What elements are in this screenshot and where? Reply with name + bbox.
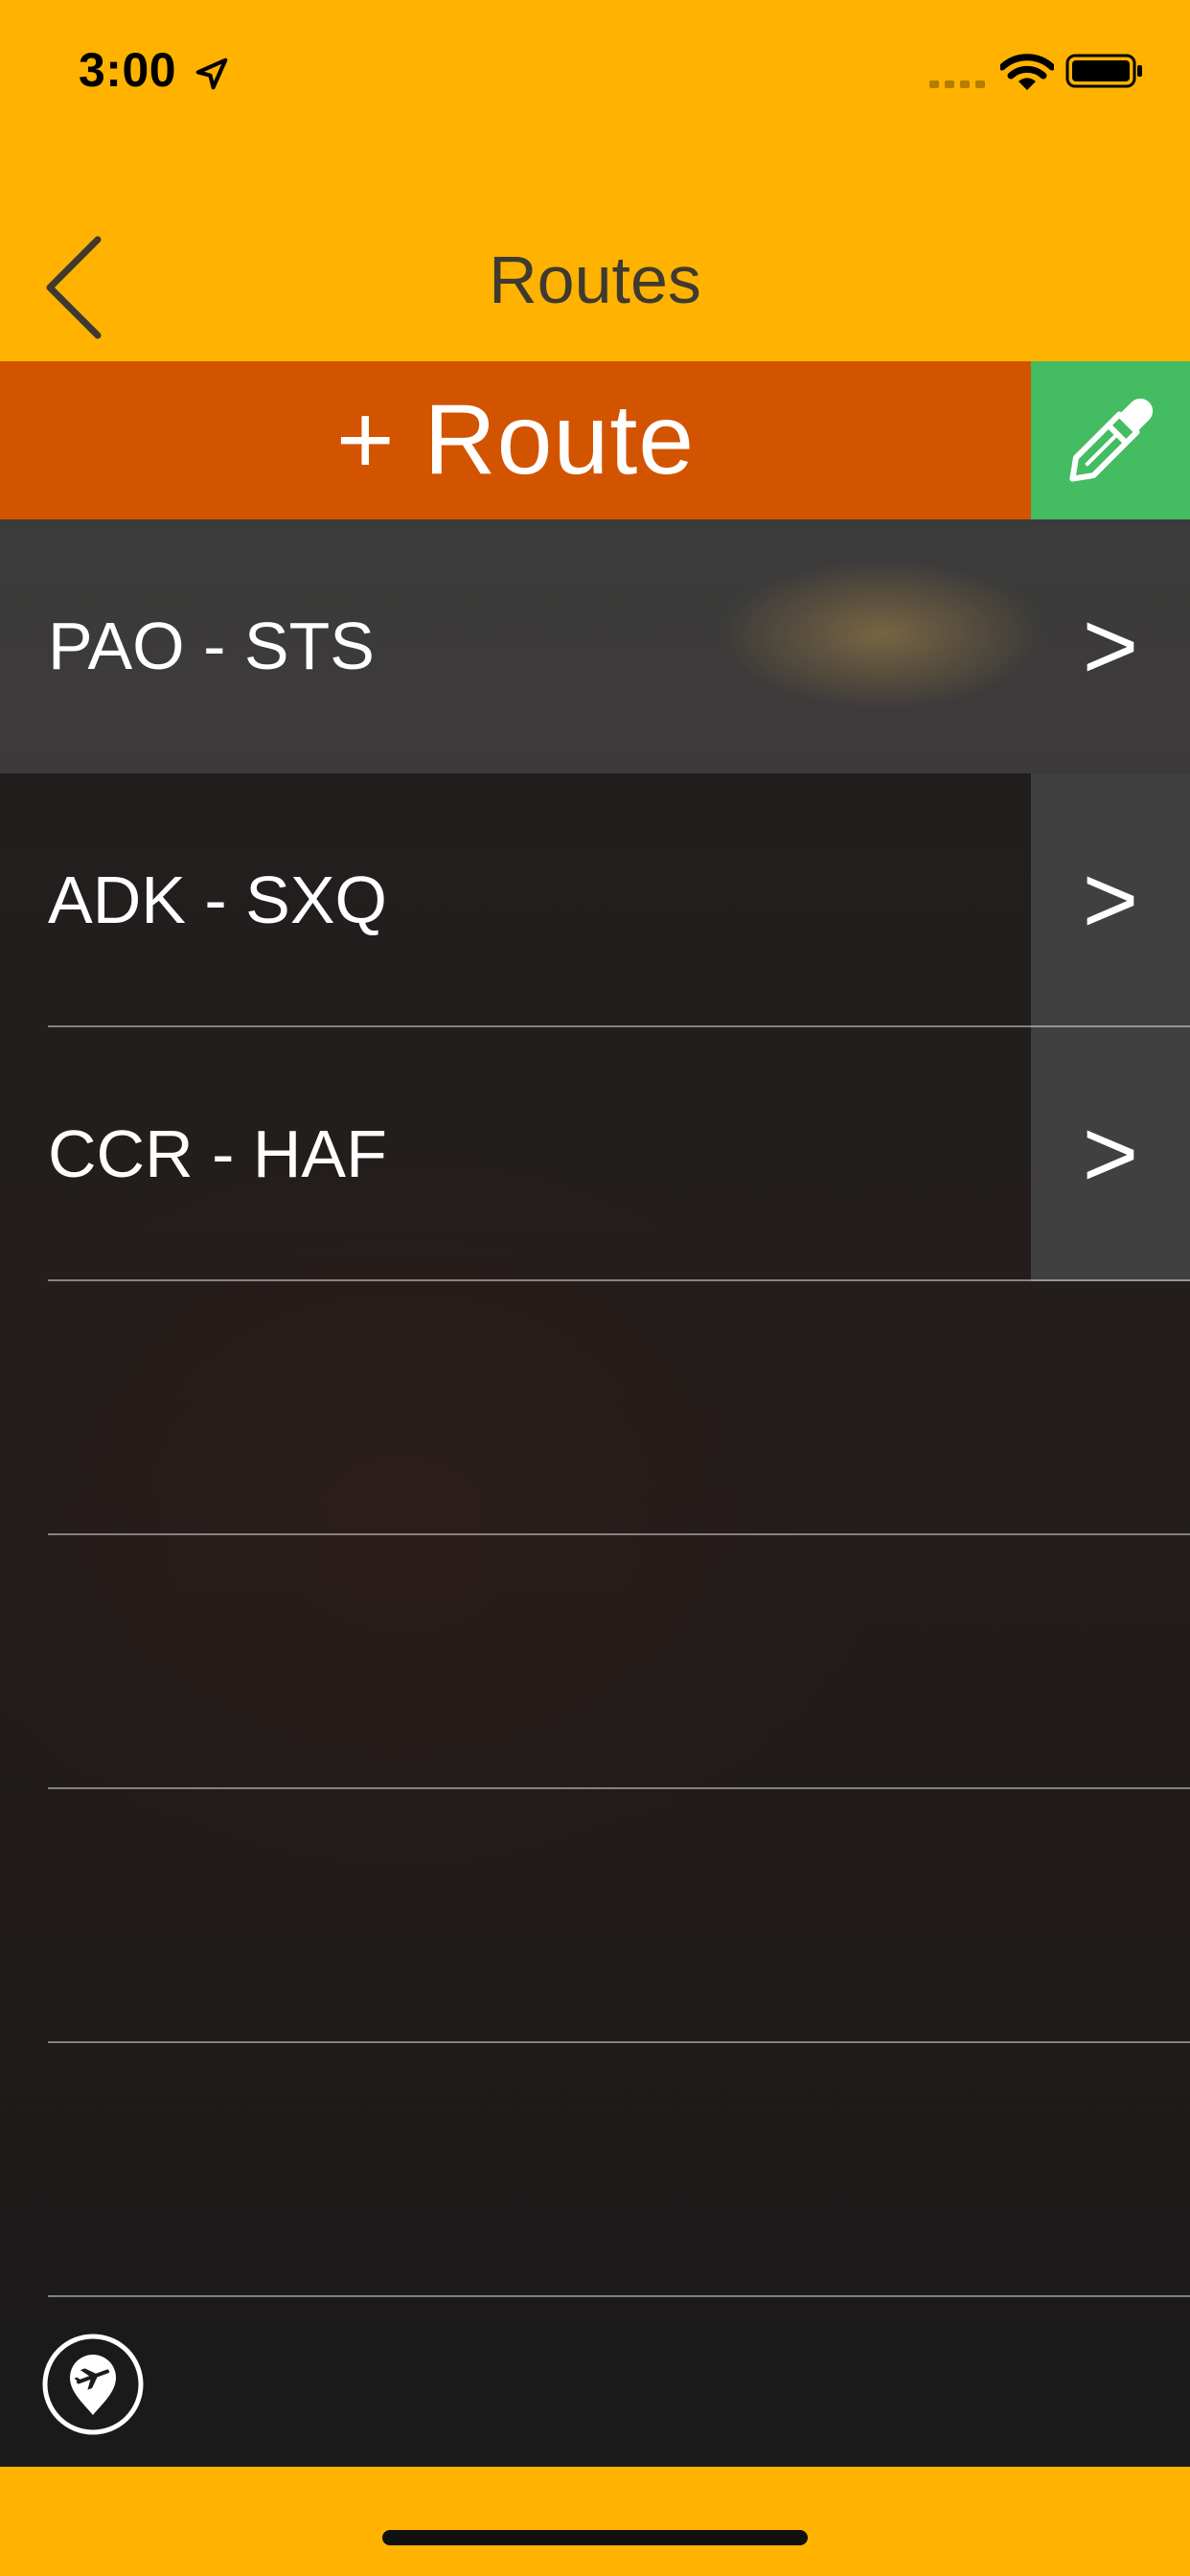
routes-screen: 3:00 Routes + Route PAO - STS > ADK - SX… (0, 0, 1190, 2576)
battery-icon (1065, 54, 1142, 88)
empty-row (0, 1281, 1190, 1535)
route-row[interactable]: PAO - STS > (0, 519, 1190, 773)
route-label: CCR - HAF (48, 1116, 387, 1191)
routes-list: PAO - STS > ADK - SXQ > CCR - HAF > (0, 519, 1190, 2467)
add-route-label: + Route (335, 384, 696, 495)
airplane-pin-icon[interactable] (41, 2333, 145, 2436)
home-indicator-bar (0, 2467, 1190, 2576)
cellular-signal-icon (929, 80, 985, 88)
edit-button[interactable] (1031, 361, 1190, 519)
empty-row (0, 1535, 1190, 1789)
page-title: Routes (489, 242, 701, 317)
add-route-button[interactable]: + Route (0, 361, 1031, 519)
status-time: 3:00 (79, 43, 177, 97)
home-indicator[interactable] (382, 2530, 808, 2545)
status-bar: 3:00 (0, 0, 1190, 144)
route-detail-button[interactable]: > (1031, 1027, 1190, 1281)
pencil-icon (1069, 398, 1154, 482)
route-label: ADK - SXQ (48, 862, 387, 937)
row-separator (48, 2295, 1190, 2297)
route-label: PAO - STS (48, 609, 375, 683)
route-detail-button[interactable]: > (1031, 519, 1190, 773)
navigation-bar: Routes (0, 144, 1190, 361)
route-detail-button[interactable]: > (1031, 773, 1190, 1027)
empty-row (0, 1789, 1190, 2043)
route-row[interactable]: CCR - HAF > (0, 1027, 1190, 1281)
location-arrow-icon (195, 58, 228, 90)
route-row[interactable]: ADK - SXQ > (0, 773, 1190, 1027)
wifi-icon (1000, 54, 1054, 90)
empty-row (0, 2043, 1190, 2297)
